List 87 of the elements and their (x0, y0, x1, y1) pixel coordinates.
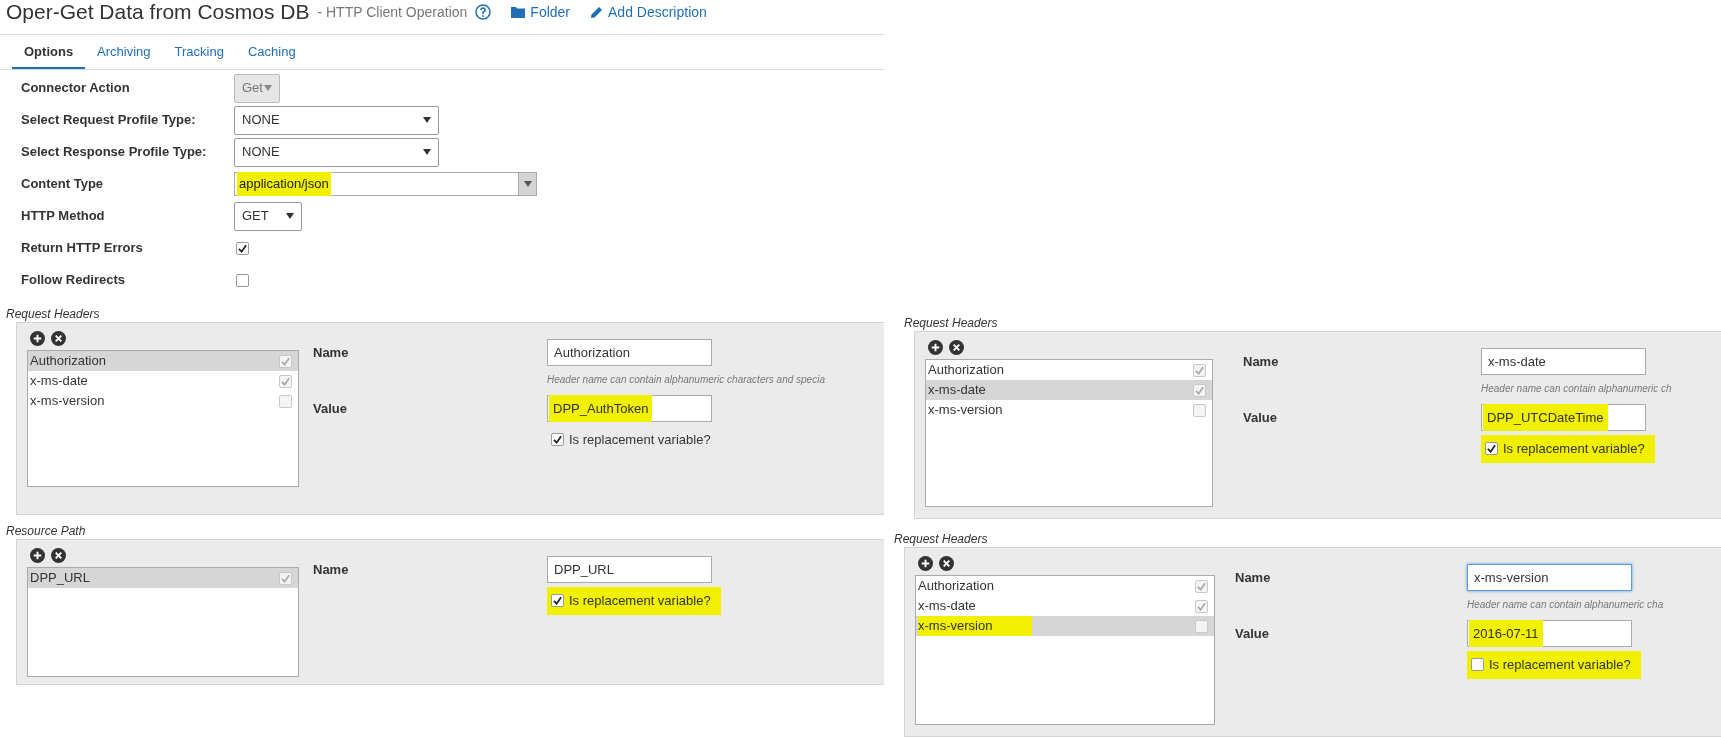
tab[interactable]: Archiving (85, 41, 163, 69)
folder-icon (511, 6, 526, 18)
checkbox[interactable] (551, 594, 564, 608)
checkbox[interactable] (1195, 599, 1208, 613)
checkbox[interactable] (236, 241, 249, 255)
checkbox[interactable] (1195, 579, 1208, 593)
folder-link[interactable]: Folder (511, 3, 570, 21)
field-label: Name (1243, 352, 1280, 371)
checkbox-label: Is replacement variable? (569, 592, 711, 610)
dropdown-arrow-button[interactable] (518, 173, 536, 195)
section-title: Request Headers (5, 306, 101, 322)
dropdown[interactable]: GET (234, 201, 302, 231)
checkbox[interactable] (1193, 383, 1206, 397)
hint-text: Header name can contain alphanumeric cha (1467, 598, 1664, 612)
hint-text: Header name can contain alphanumeric characters and specia (547, 373, 825, 387)
list-item[interactable]: x-ms-date (28, 371, 298, 391)
tab[interactable]: Tracking (162, 41, 236, 69)
value-field[interactable]: DPP_UTCDateTime (1481, 404, 1646, 431)
name-field[interactable]: x-ms-version (1467, 564, 1632, 591)
field-label: Select Request Profile Type: (20, 111, 197, 130)
add-icon[interactable] (928, 340, 943, 355)
field-label: HTTP Method (20, 207, 106, 226)
name-field[interactable]: DPP_URL (547, 556, 712, 583)
section-title: Request Headers (893, 531, 989, 547)
list-item[interactable]: x-ms-version (926, 400, 1212, 420)
remove-icon[interactable] (949, 340, 964, 355)
list-item[interactable]: Authorization (28, 351, 298, 371)
checkbox[interactable] (551, 433, 564, 447)
add-description-link[interactable]: Add Description (590, 3, 707, 21)
remove-icon[interactable] (51, 548, 66, 563)
page-subtitle: - HTTP Client Operation (317, 3, 468, 21)
dropdown[interactable]: application/json (234, 172, 537, 196)
checkbox-label: Is replacement variable? (1489, 656, 1631, 674)
caret-icon (264, 85, 272, 91)
caret-icon (523, 181, 532, 187)
value-field[interactable]: DPP_AuthToken (547, 395, 712, 422)
add-icon[interactable] (30, 548, 45, 563)
hint-text: Header name can contain alphanumeric ch (1481, 382, 1672, 396)
field-label: Value (1243, 408, 1278, 427)
checkbox[interactable] (1193, 363, 1206, 377)
field-label: Name (313, 560, 350, 579)
name-field[interactable]: Authorization (547, 339, 712, 366)
page-title: Oper-Get Data from Cosmos DB (6, 1, 310, 23)
checkbox[interactable] (1485, 442, 1498, 456)
section-title: Request Headers (903, 315, 999, 331)
pencil-icon (590, 5, 603, 19)
dropdown[interactable]: NONE (234, 137, 439, 167)
help-icon[interactable] (475, 4, 492, 20)
checkbox[interactable] (236, 273, 249, 287)
remove-icon[interactable] (939, 556, 954, 571)
name-field[interactable]: x-ms-date (1481, 348, 1646, 375)
checkbox-label: Is replacement variable? (569, 431, 711, 449)
checkbox[interactable] (279, 571, 292, 585)
tab[interactable]: Options (12, 41, 86, 69)
field-label: Value (313, 399, 348, 418)
field-label: Content Type (20, 175, 105, 194)
field-label: Follow Redirects (20, 271, 127, 290)
section-title: Resource Path (5, 523, 87, 539)
add-icon[interactable] (30, 331, 45, 346)
list-item[interactable]: Authorization (916, 576, 1214, 596)
list-item[interactable]: x-ms-date (926, 380, 1212, 400)
caret-icon (423, 117, 431, 123)
checkbox[interactable] (279, 354, 292, 368)
caret-icon (286, 213, 294, 219)
list-item[interactable]: x-ms-version (28, 391, 298, 411)
list-item[interactable]: DPP_URL (28, 568, 298, 588)
checkbox[interactable] (279, 394, 292, 408)
checkbox[interactable] (1471, 658, 1484, 672)
field-label: Select Response Profile Type: (20, 143, 208, 162)
remove-icon[interactable] (51, 331, 66, 346)
field-label: Name (1235, 568, 1272, 587)
list-item[interactable]: x-ms-date (916, 596, 1214, 616)
add-icon[interactable] (918, 556, 933, 571)
list-item[interactable]: Authorization (926, 360, 1212, 380)
checkbox-label: Is replacement variable? (1503, 440, 1645, 458)
caret-icon (423, 149, 431, 155)
field-label: Name (313, 343, 350, 362)
field-label: Return HTTP Errors (20, 239, 144, 258)
dropdown[interactable]: NONE (234, 105, 439, 135)
checkbox[interactable] (279, 374, 292, 388)
field-label: Connector Action (20, 79, 131, 98)
checkbox[interactable] (1193, 403, 1206, 417)
checkbox[interactable] (1195, 619, 1208, 633)
tab[interactable]: Caching (235, 41, 308, 69)
field-label: Value (1235, 624, 1270, 643)
value-field[interactable]: 2016-07-11 (1467, 620, 1632, 647)
list-item[interactable]: x-ms-version (916, 616, 1214, 636)
